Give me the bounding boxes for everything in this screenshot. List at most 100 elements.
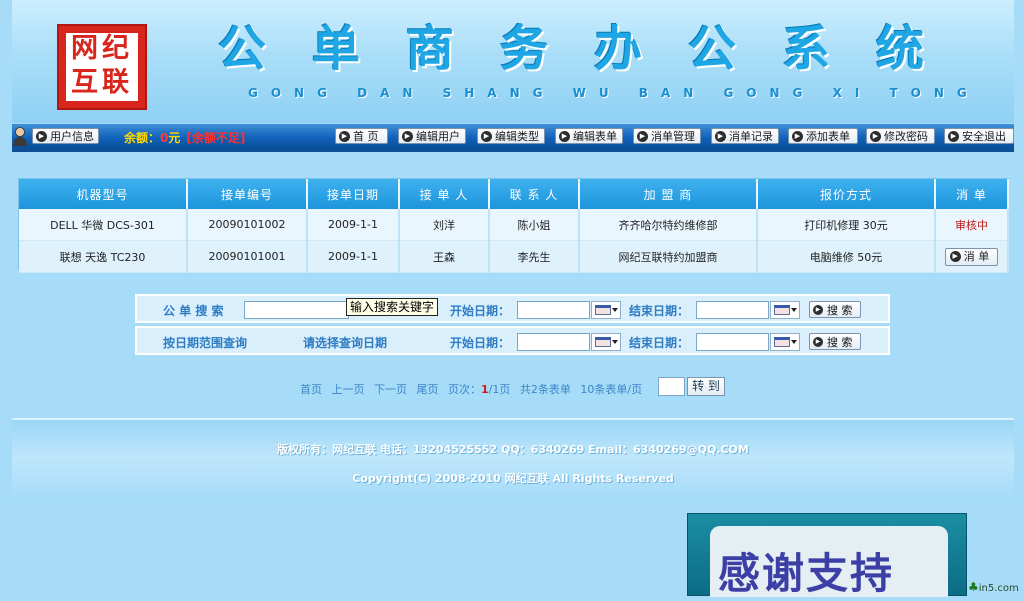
page-footer: 版权所有：网纪互联 电话：13204525552 QQ：6340269 Emai… (12, 418, 1014, 503)
nav-label: 编辑用户 (416, 130, 460, 143)
nav-label: 消单管理 (651, 130, 695, 143)
balance-label: 余额： (124, 131, 161, 145)
nav-label: 添加表单 (806, 130, 850, 143)
arrow-right-icon: ▶ (637, 131, 648, 142)
cell-quote: 电脑维修 50元 (757, 240, 936, 273)
arrow-right-icon: ▶ (339, 131, 350, 142)
next-page-link[interactable]: 下一页 (374, 383, 407, 396)
nav-add-form[interactable]: ▶ 添加表单 (788, 128, 858, 144)
chevron-down-icon (612, 340, 618, 344)
cell-action: ▶ 消 单 (935, 240, 1009, 273)
column-header: 接单日期 (307, 179, 400, 209)
watermark: ♣in5.com (968, 580, 1019, 594)
cancel-order-button[interactable]: ▶ 消 单 (944, 247, 999, 266)
logo-char: 纪 (102, 33, 129, 64)
app-title: 公单商务办公系统 (218, 21, 971, 77)
start-date-input[interactable] (517, 301, 590, 319)
logo-char: 网 (71, 33, 98, 64)
end-date-label: 结束日期： (629, 304, 690, 318)
arrow-right-icon: ▶ (813, 305, 823, 315)
user-info-button[interactable]: ▶ 用户信息 (32, 128, 99, 144)
nav-edit-user[interactable]: ▶ 编辑用户 (398, 128, 466, 144)
arrow-right-icon: ▶ (402, 131, 413, 142)
current-page: 1 (481, 383, 489, 396)
end-date-input[interactable] (696, 301, 769, 319)
date-range-hint: 请选择查询日期 (303, 336, 388, 350)
search-button-label: 搜 索 (827, 304, 853, 317)
end-date-label: 结束日期： (629, 336, 690, 350)
thanks-text: 感谢支持 (718, 549, 895, 598)
calendar-picker-button[interactable] (770, 301, 800, 319)
column-header: 加 盟 商 (579, 179, 758, 209)
nav-label: 编辑类型 (495, 130, 539, 143)
column-header: 接 单 人 (399, 179, 490, 209)
start-date-input[interactable] (517, 333, 590, 351)
table-header-row: 机器型号 接单编号 接单日期 接 单 人 联 系 人 加 盟 商 报价方式 消 … (19, 179, 1009, 209)
cell-model: DELL 华微 DCS-301 (19, 209, 188, 241)
end-date-input[interactable] (696, 333, 769, 351)
per-page: 10条表单/页 (580, 383, 643, 396)
nav-order-manage[interactable]: ▶ 消单管理 (633, 128, 701, 144)
nav-edit-form[interactable]: ▶ 编辑表单 (555, 128, 623, 144)
column-header: 机器型号 (19, 179, 188, 209)
nav-bar: ▶ 用户信息 余额：0元 [余额不足] ▶ 首 页 ▶ 编辑用户 ▶ 编辑类型 ▶ 编辑表… (12, 124, 1014, 148)
nav-label: 修改密码 (884, 130, 928, 143)
cell-franchisee: 齐齐哈尔特约维修部 (579, 209, 758, 241)
calendar-icon (774, 337, 790, 347)
leaf-icon: ♣ (968, 580, 979, 594)
search-button[interactable]: ▶ 搜 索 (809, 301, 861, 318)
nav-logout[interactable]: ▶ 安全退出 (944, 128, 1014, 144)
nav-label: 首 页 (353, 130, 379, 143)
first-page-link[interactable]: 首页 (300, 383, 322, 396)
status-badge: 审核中 (935, 209, 1009, 241)
cell-contact: 李先生 (489, 240, 580, 273)
cell-order-no: 20090101002 (187, 209, 308, 241)
page-header: 网 纪 互 联 公单商务办公系统 GONG DAN SHANG WU BAN G… (12, 0, 1014, 123)
search-button[interactable]: ▶ 搜 索 (809, 333, 861, 350)
nav-label: 编辑表单 (573, 130, 617, 143)
cell-contact: 陈小姐 (489, 209, 580, 241)
nav-change-password[interactable]: ▶ 修改密码 (866, 128, 935, 144)
total-pages: /1页 (488, 383, 511, 396)
column-header: 消 单 (935, 179, 1009, 209)
start-date-label: 开始日期： (450, 336, 511, 350)
arrow-right-icon: ▶ (715, 131, 726, 142)
column-header: 报价方式 (757, 179, 936, 209)
calendar-picker-button[interactable] (770, 333, 800, 351)
thanks-banner: 感谢支持 (687, 513, 967, 598)
balance-warning: [余额不足] (186, 131, 246, 145)
nav-edit-type[interactable]: ▶ 编辑类型 (477, 128, 545, 144)
balance-unit: 元 (168, 131, 181, 145)
arrow-right-icon: ▶ (870, 131, 881, 142)
app-subtitle: GONG DAN SHANG WU BAN GONG XI TONG (248, 86, 980, 100)
nav-bar-underline (12, 148, 1014, 152)
table-row: 联想 天逸 TC230 20090101001 2009-1-1 王森 李先生 … (19, 240, 1009, 273)
goto-page-button[interactable]: 转 到 (687, 377, 725, 396)
prev-page-link[interactable]: 上一页 (332, 383, 365, 396)
chevron-down-icon (612, 308, 618, 312)
calendar-picker-button[interactable] (591, 301, 621, 319)
orders-table: 机器型号 接单编号 接单日期 接 单 人 联 系 人 加 盟 商 报价方式 消 … (18, 178, 1009, 273)
page-number-input[interactable] (658, 377, 685, 396)
cell-date: 2009-1-1 (307, 209, 400, 241)
start-date-label: 开始日期： (450, 304, 511, 318)
balance-display: 余额：0元 [余额不足] (124, 129, 245, 146)
arrow-right-icon: ▶ (36, 131, 47, 142)
nav-home[interactable]: ▶ 首 页 (335, 128, 388, 144)
cell-model: 联想 天逸 TC230 (19, 240, 188, 273)
record-count: 共2条表单 (519, 383, 571, 396)
nav-order-records[interactable]: ▶ 消单记录 (711, 128, 779, 144)
search-button-label: 搜 索 (827, 336, 853, 349)
cell-order-no: 20090101001 (187, 240, 308, 273)
logo-char: 互 (71, 67, 98, 98)
last-page-link[interactable]: 尾页 (417, 383, 439, 396)
cell-quote: 打印机修理 30元 (757, 209, 936, 241)
calendar-picker-button[interactable] (591, 333, 621, 351)
logo-char: 联 (102, 67, 129, 98)
keyword-search-row: 公 单 搜 索 开始日期： 结束日期： ▶ 搜 索 (135, 294, 890, 323)
table-row: DELL 华微 DCS-301 20090101002 2009-1-1 刘洋 … (19, 209, 1009, 241)
nav-label: 消单记录 (729, 130, 773, 143)
keyword-input[interactable] (244, 301, 349, 319)
user-info-label: 用户信息 (50, 130, 94, 143)
date-range-search-row: 按日期范围查询 请选择查询日期 开始日期： 结束日期： ▶ 搜 索 (135, 326, 890, 355)
